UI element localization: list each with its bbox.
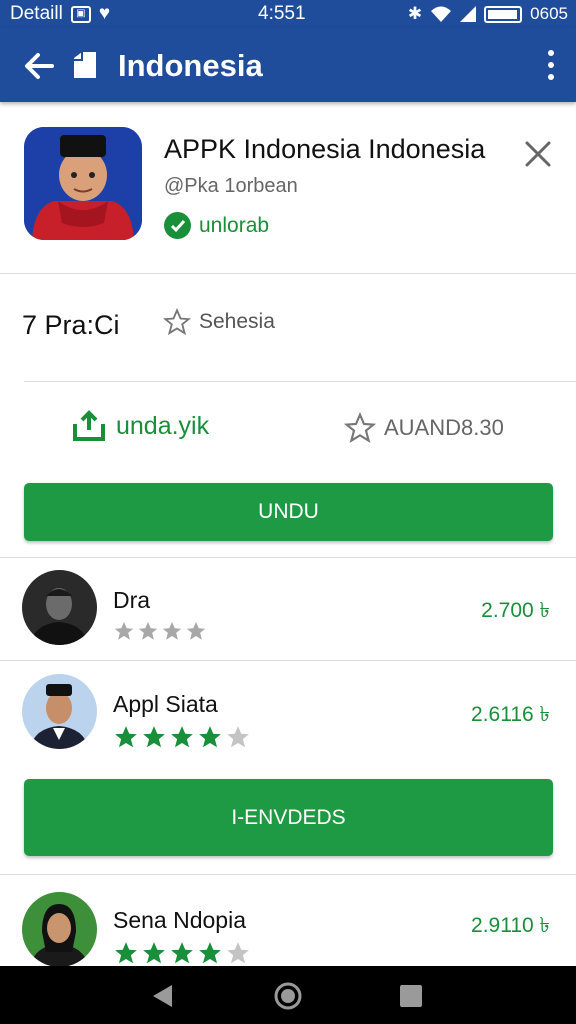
download-icon [73,410,105,441]
secondary-button[interactable]: I-ENVDEDS [24,779,553,856]
downloads-stat[interactable]: unda.yik [72,410,209,442]
item-name: Appl Siata [113,691,218,717]
close-icon[interactable] [522,138,554,170]
star-filled-icon [199,726,221,748]
more-options-icon[interactable] [544,50,558,80]
star-filled-icon [115,726,137,748]
downloads-label: unda.yik [116,411,210,440]
notification-icon: ▣ [70,5,91,23]
battery-text: 0605 [530,4,568,23]
install-button[interactable]: UNDU [24,483,553,541]
bluetooth-icon: ✱ [407,4,423,23]
divider [0,273,576,274]
wifi-icon [431,6,452,22]
rating-stars [113,940,251,966]
star-filled-icon [115,942,137,964]
document-icon [74,52,96,78]
status-bar: Detaill ▣ ♥ 4:551 ✱ 0605 [0,0,576,28]
app-icon [24,127,142,240]
info-star-item: Sehesia [163,308,275,336]
divider [0,874,576,875]
info-star-text: Sehesia [199,310,275,333]
developer-name[interactable]: @Pka 1orbean [164,175,298,198]
star-filled-icon [143,942,165,964]
star-filled-icon [143,726,165,748]
check-circle-icon [164,212,191,239]
rating-stat[interactable]: AUAND8.30 [344,412,504,444]
item-price: 2.6116 ৳ [471,703,550,726]
item-name: Sena Ndopia [113,907,246,933]
page-title: Indonesia [118,48,263,83]
system-nav-bar [0,966,576,1024]
star-filled-icon [199,942,221,964]
star-outline-icon [344,412,376,443]
back-arrow-icon[interactable] [22,48,58,84]
list-item[interactable]: Appl Siata 2.6116 ৳ [0,674,576,764]
nav-back-icon[interactable] [150,983,176,1009]
star-empty-icon [227,726,249,748]
divider [24,381,576,382]
signal-icon [460,6,477,22]
star-filled-icon [171,942,193,964]
item-price: 2.700 ৳ [481,599,550,622]
avatar [22,892,97,966]
carrier-label: Detaill [10,3,63,24]
nav-recents-icon[interactable] [399,984,423,1008]
app-bar: Indonesia [0,28,576,102]
star-outline-icon [163,308,191,336]
star-filled-icon [138,621,158,640]
list-item[interactable]: Dra 2.700 ৳ [0,570,576,660]
verified-label: unlorab [199,213,270,237]
battery-icon [484,5,523,23]
star-empty-icon [227,942,249,964]
app-name: APPK Indonesia Indonesia [164,134,486,164]
nav-home-icon[interactable] [273,981,303,1011]
star-filled-icon [171,726,193,748]
verified-badge: unlorab [164,212,269,239]
item-price: 2.9110 ৳ [471,914,550,937]
rating-stars [113,724,251,750]
divider [0,660,576,661]
rating-stars [113,620,207,642]
divider [0,557,576,558]
star-filled-icon [162,621,182,640]
heart-icon: ♥ [98,3,111,24]
status-time: 4:551 [258,3,306,24]
star-filled-icon [186,621,206,640]
star-filled-icon [114,621,134,640]
info-left-text: 7 Pra:Ci [22,310,120,340]
item-name: Dra [113,587,151,613]
rating-label: AUAND8.30 [384,415,504,440]
list-item[interactable]: Sena Ndopia 2.9110 ৳ [0,890,576,966]
avatar [22,570,97,645]
avatar [22,674,97,749]
